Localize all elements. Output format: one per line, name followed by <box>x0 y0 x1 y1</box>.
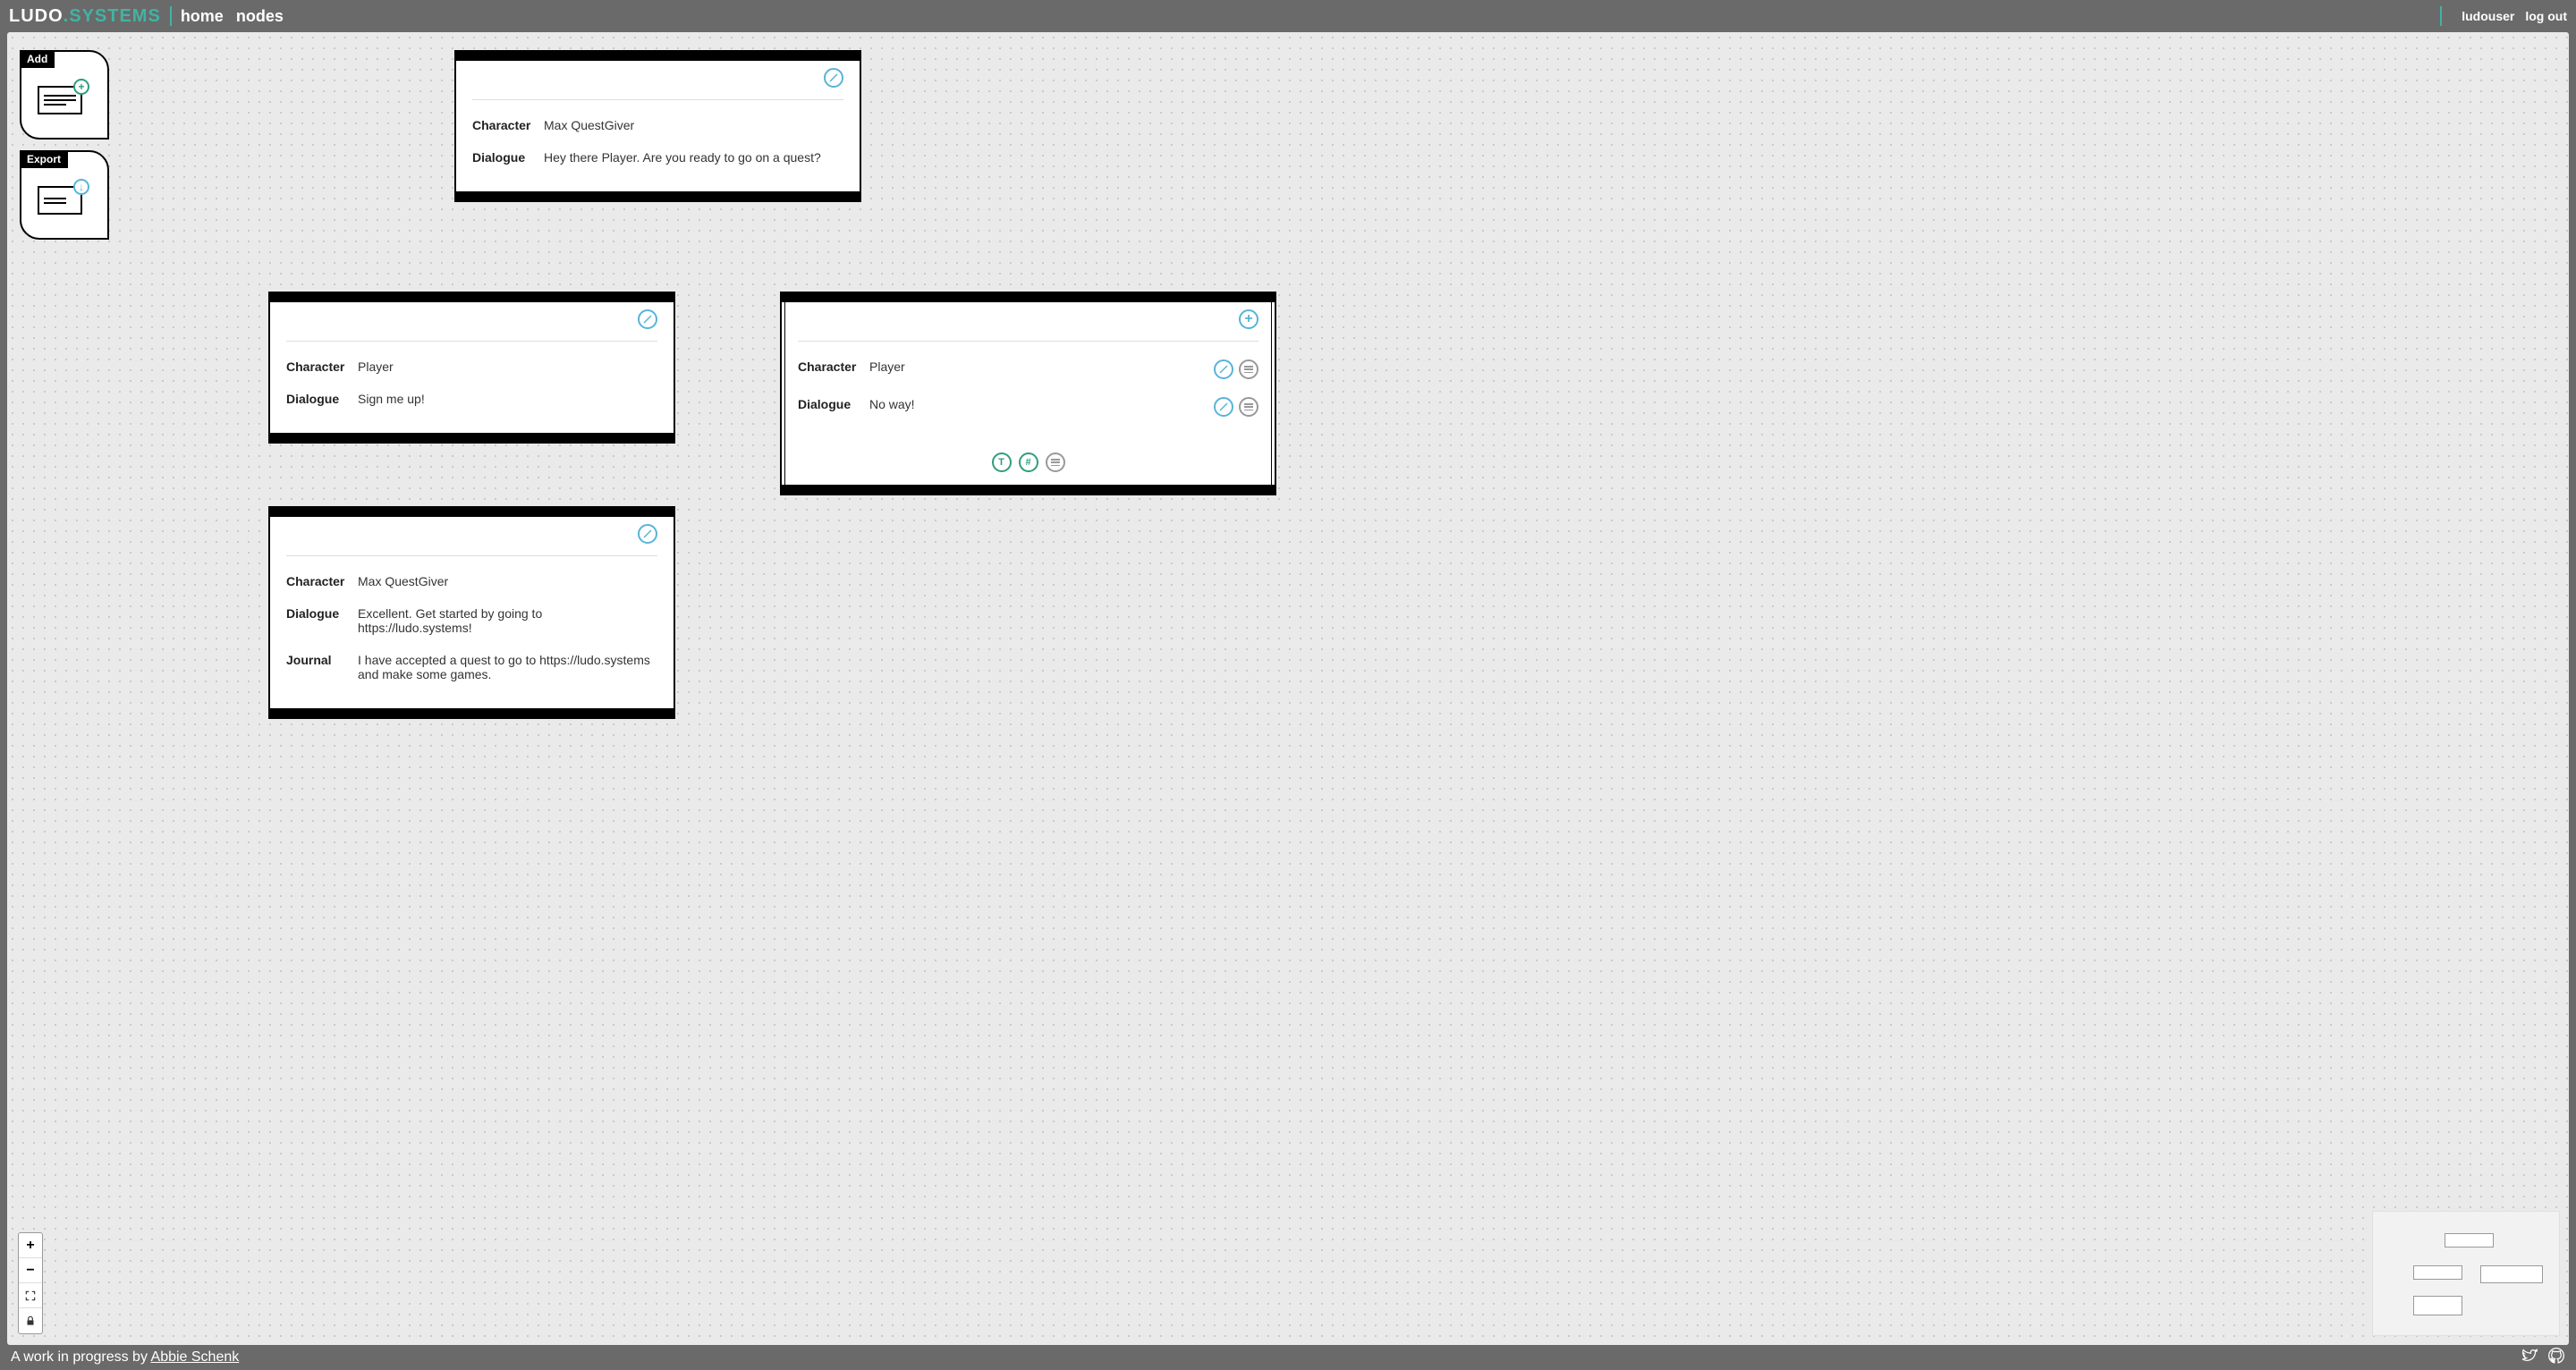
zoom-in-button[interactable]: + <box>19 1233 42 1258</box>
node-3[interactable]: + Character Player Dialogue No way! <box>780 292 1276 495</box>
node-2[interactable]: Character Player Dialogue Sign me up! <box>268 292 675 444</box>
edit-icon[interactable] <box>1214 397 1233 417</box>
journal-label: Journal <box>286 653 358 667</box>
logo: LUDO.SYSTEMS <box>9 6 161 27</box>
zoom-out-button[interactable]: − <box>19 1258 42 1283</box>
node-1-character: Max QuestGiver <box>544 118 843 132</box>
minimap-node <box>2413 1265 2462 1280</box>
nav-nodes[interactable]: nodes <box>236 7 284 26</box>
character-label: Character <box>286 574 358 588</box>
github-icon[interactable] <box>2547 1347 2565 1369</box>
zoom-controls: + − <box>18 1232 43 1334</box>
logo-part-a: LUDO <box>9 6 64 26</box>
edit-icon[interactable] <box>638 309 657 329</box>
type-text-icon[interactable]: T <box>992 452 1012 472</box>
tool-add-icon: + <box>38 86 82 114</box>
tool-add-node[interactable]: Add + <box>20 50 109 140</box>
node-4-character: Max QuestGiver <box>358 574 657 588</box>
footer-social <box>2521 1347 2565 1369</box>
minimap[interactable] <box>2372 1211 2560 1336</box>
toolbox: Add + Export ↓ <box>20 50 109 250</box>
user-separator <box>2440 6 2442 26</box>
lock-button[interactable] <box>19 1308 42 1333</box>
node-2-header <box>286 309 657 342</box>
add-field-icon[interactable]: + <box>1239 309 1258 329</box>
username[interactable]: ludouser <box>2462 9 2514 23</box>
node-4-journal-row: Journal I have accepted a quest to go to… <box>286 644 657 690</box>
plus-icon: + <box>73 79 89 95</box>
edit-icon[interactable] <box>824 68 843 88</box>
dialogue-label: Dialogue <box>286 392 358 406</box>
node-1-character-row: Character Max QuestGiver <box>472 109 843 141</box>
node-2-dialogue: Sign me up! <box>358 392 657 406</box>
node-3-type-selector: T # <box>782 444 1275 485</box>
node-1-dialogue-row: Dialogue Hey there Player. Are you ready… <box>472 141 843 173</box>
menu-icon[interactable] <box>1239 359 1258 379</box>
footer-author-link[interactable]: Abbie Schenk <box>151 1349 240 1365</box>
character-label: Character <box>472 118 544 132</box>
type-number-icon[interactable]: # <box>1019 452 1038 472</box>
node-4-dialogue-row: Dialogue Excellent. Get started by going… <box>286 597 657 644</box>
tool-add-label: Add <box>20 50 55 68</box>
app-header: LUDO.SYSTEMS home nodes ludouser log out <box>0 0 2576 32</box>
tool-export-label: Export <box>20 150 68 168</box>
app-footer: A work in progress by Abbie Schenk <box>0 1345 2576 1370</box>
node-2-character: Player <box>358 359 657 374</box>
node-1-dialogue: Hey there Player. Are you ready to go on… <box>544 150 843 165</box>
header-separator <box>170 6 172 26</box>
minimap-node <box>2480 1265 2543 1283</box>
footer-text: A work in progress by Abbie Schenk <box>11 1349 239 1366</box>
download-icon: ↓ <box>73 179 89 195</box>
edit-icon[interactable] <box>1214 359 1233 379</box>
node-4-journal: I have accepted a quest to go to https:/… <box>358 653 657 681</box>
node-3-character: Player <box>869 359 1214 374</box>
canvas[interactable]: Add + Export ↓ <box>7 32 2569 1345</box>
node-1-header <box>472 68 843 100</box>
node-4-character-row: Character Max QuestGiver <box>286 565 657 597</box>
node-bar <box>782 485 1275 494</box>
node-bar <box>456 52 860 61</box>
node-3-dialogue: No way! <box>869 397 1214 411</box>
nav-home[interactable]: home <box>181 7 224 26</box>
node-3-header: + <box>798 309 1258 342</box>
character-label: Character <box>286 359 358 374</box>
menu-icon[interactable] <box>1239 397 1258 417</box>
node-bar <box>270 293 674 302</box>
edit-icon[interactable] <box>638 524 657 544</box>
tool-export-icon: ↓ <box>38 186 82 215</box>
type-list-icon[interactable] <box>1046 452 1065 472</box>
dialogue-label: Dialogue <box>798 397 869 411</box>
minimap-node <box>2445 1233 2494 1247</box>
node-3-character-row: Character Player <box>798 351 1258 388</box>
node-bar <box>270 433 674 442</box>
node-1[interactable]: Character Max QuestGiver Dialogue Hey th… <box>454 50 861 202</box>
node-4[interactable]: Character Max QuestGiver Dialogue Excell… <box>268 506 675 719</box>
tool-export[interactable]: Export ↓ <box>20 150 109 240</box>
character-label: Character <box>798 359 869 374</box>
logout-link[interactable]: log out <box>2525 9 2567 23</box>
node-3-dialogue-row: Dialogue No way! <box>798 388 1258 426</box>
node-bar <box>270 708 674 717</box>
dialogue-label: Dialogue <box>286 606 358 621</box>
logo-part-b: SYSTEMS <box>69 6 161 26</box>
fit-view-button[interactable] <box>19 1283 42 1308</box>
node-4-dialogue: Excellent. Get started by going to https… <box>358 606 657 635</box>
node-4-header <box>286 524 657 556</box>
node-bar <box>456 191 860 200</box>
footer-prefix: A work in progress by <box>11 1349 151 1365</box>
node-bar <box>270 508 674 517</box>
node-2-character-row: Character Player <box>286 351 657 383</box>
node-2-dialogue-row: Dialogue Sign me up! <box>286 383 657 415</box>
minimap-node <box>2413 1296 2462 1315</box>
dialogue-label: Dialogue <box>472 150 544 165</box>
user-area: ludouser log out <box>2431 6 2567 26</box>
twitter-icon[interactable] <box>2521 1347 2538 1369</box>
node-bar <box>782 293 1275 302</box>
